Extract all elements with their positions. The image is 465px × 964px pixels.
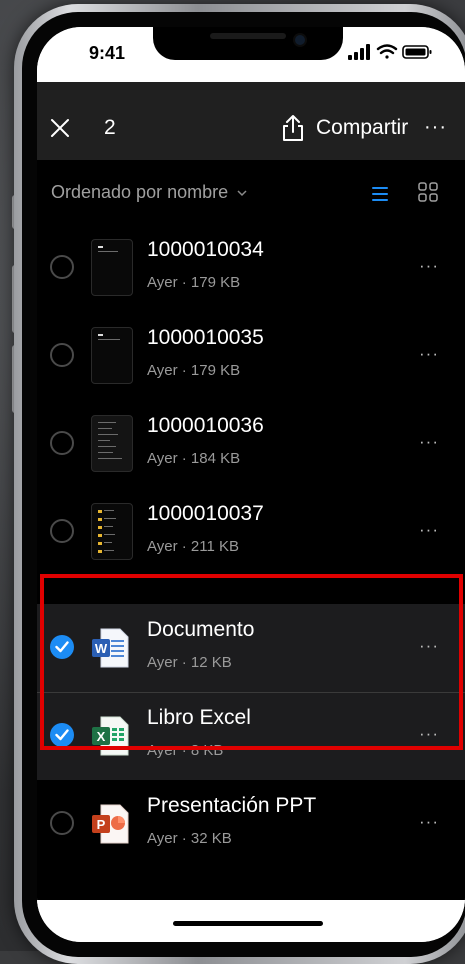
file-row-1000010036[interactable]: 1000010036 Ayer · 184 KB ··· [37, 400, 465, 488]
powerpoint-icon: P [92, 804, 129, 844]
file-name: 1000010037 [147, 502, 264, 525]
share-label: Compartir [316, 116, 409, 139]
home-indicator-area [37, 900, 465, 942]
image-thumbnail [91, 327, 133, 384]
status-time: 9:41 [89, 43, 126, 63]
unchecked-circle-icon[interactable] [50, 519, 74, 543]
svg-text:P: P [97, 817, 106, 832]
row-more-button[interactable]: ··· [419, 344, 439, 364]
speaker-grille [210, 33, 286, 39]
onedrive-file-list: 2 Compartir ··· Ordenado por nombre 1000… [37, 82, 465, 900]
signal-icon [348, 44, 370, 60]
row-more-button[interactable]: ··· [419, 432, 439, 452]
file-meta: Ayer · 32 KB [147, 830, 232, 847]
file-name: Presentación PPT [147, 794, 317, 817]
file-row-presentacion-ppt[interactable]: P Presentación PPT Ayer · 32 KB ··· [37, 780, 465, 868]
share-button[interactable]: Compartir [282, 111, 408, 145]
status-icons [348, 44, 432, 60]
home-indicator[interactable] [173, 921, 323, 926]
close-icon[interactable] [50, 118, 70, 138]
sort-by-name-button[interactable]: Ordenado por nombre [51, 182, 248, 203]
row-more-button[interactable]: ··· [419, 812, 439, 832]
chevron-down-icon [237, 189, 247, 196]
unchecked-circle-icon[interactable] [50, 431, 74, 455]
row-more-button[interactable]: ··· [419, 256, 439, 276]
file-name: 1000010034 [147, 238, 264, 261]
image-thumbnail [91, 503, 133, 560]
sort-label: Ordenado por nombre [51, 182, 229, 202]
file-meta: Ayer · 184 KB [147, 450, 241, 467]
grid-view-icon[interactable] [418, 182, 438, 202]
file-meta: Ayer · 179 KB [147, 362, 241, 379]
image-thumbnail [91, 415, 133, 472]
share-icon [283, 115, 303, 141]
unchecked-circle-icon[interactable] [50, 343, 74, 367]
selected-count: 2 [104, 116, 116, 139]
file-meta: Ayer · 211 KB [147, 538, 239, 555]
camera-icon [295, 35, 305, 45]
notch [153, 27, 343, 60]
list-view-icon[interactable] [371, 185, 389, 203]
file-row-1000010037[interactable]: 1000010037 Ayer · 211 KB ··· [37, 488, 465, 576]
file-name: 1000010035 [147, 326, 264, 349]
file-name: 1000010036 [147, 414, 264, 437]
wifi-icon [376, 44, 398, 59]
selection-toolbar: 2 Compartir ··· [37, 82, 465, 160]
file-row-1000010034[interactable]: 1000010034 Ayer · 179 KB ··· [37, 224, 465, 312]
phone-screen: 9:41 2 Compartir ··· Ordenado por nombre… [37, 27, 465, 942]
selection-highlight-box [40, 574, 463, 750]
battery-icon [402, 45, 432, 59]
unchecked-circle-icon[interactable] [50, 255, 74, 279]
unchecked-circle-icon[interactable] [50, 811, 74, 835]
file-row-1000010035[interactable]: 1000010035 Ayer · 179 KB ··· [37, 312, 465, 400]
more-options-button[interactable]: ··· [424, 116, 447, 139]
image-thumbnail [91, 239, 133, 296]
file-meta: Ayer · 179 KB [147, 274, 241, 291]
status-bar: 9:41 [37, 27, 465, 82]
sort-bar: Ordenado por nombre [37, 160, 465, 224]
row-more-button[interactable]: ··· [419, 520, 439, 540]
